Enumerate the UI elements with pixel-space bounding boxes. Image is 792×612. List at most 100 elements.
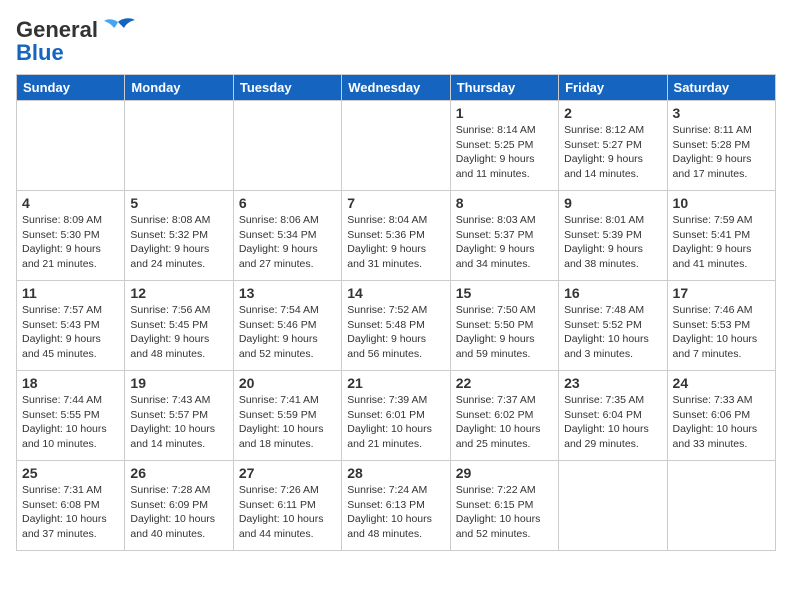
day-number: 11 xyxy=(22,285,119,301)
calendar-cell: 28Sunrise: 7:24 AM Sunset: 6:13 PM Dayli… xyxy=(342,461,450,551)
logo-blue-text: Blue xyxy=(16,40,64,66)
day-info: Sunrise: 8:01 AM Sunset: 5:39 PM Dayligh… xyxy=(564,213,661,272)
weekday-header-monday: Monday xyxy=(125,75,233,101)
day-number: 27 xyxy=(239,465,336,481)
calendar-cell: 27 Sunrise: 7:26 AM Sunset: 6:11 PM Dayli… xyxy=(233,461,341,551)
day-info: Sunrise: 7:43 AM Sunset: 5:57 PM Dayligh… xyxy=(130,393,227,452)
day-info: Sunrise: 7:37 AM Sunset: 6:02 PM Dayligh… xyxy=(456,393,553,452)
calendar-cell: 11Sunrise: 7:57 AM Sunset: 5:43 PM Dayli… xyxy=(17,281,125,371)
day-info: Sunrise: 8:08 AM Sunset: 5:32 PM Dayligh… xyxy=(130,213,227,272)
day-info: Sunrise: 7:26 AM Sunset: 6:11 PM Dayligh… xyxy=(239,483,336,542)
day-info: Sunrise: 8:14 AM Sunset: 5:25 PM Dayligh… xyxy=(456,123,553,182)
day-info: Sunrise: 7:44 AM Sunset: 5:55 PM Dayligh… xyxy=(22,393,119,452)
logo-bird-icon xyxy=(100,16,136,44)
day-number: 8 xyxy=(456,195,553,211)
calendar-cell xyxy=(17,101,125,191)
day-number: 9 xyxy=(564,195,661,211)
week-row-5: 25 Sunrise: 7:31 AM Sunset: 6:08 PM Dayli… xyxy=(17,461,776,551)
day-info: Sunrise: 8:11 AM Sunset: 5:28 PM Dayligh… xyxy=(673,123,770,182)
day-number: 17 xyxy=(673,285,770,301)
day-number: 24 xyxy=(673,375,770,391)
calendar-cell: 17 Sunrise: 7:46 AM Sunset: 5:53 PM Dayli… xyxy=(667,281,775,371)
day-number: 16 xyxy=(564,285,661,301)
week-row-1: 1 Sunrise: 8:14 AM Sunset: 5:25 PM Daylig… xyxy=(17,101,776,191)
day-number: 2 xyxy=(564,105,661,121)
calendar-cell: 1 Sunrise: 8:14 AM Sunset: 5:25 PM Daylig… xyxy=(450,101,558,191)
calendar-cell: 24 Sunrise: 7:33 AM Sunset: 6:06 PM Dayli… xyxy=(667,371,775,461)
day-number: 28 xyxy=(347,465,444,481)
calendar-table: SundayMondayTuesdayWednesdayThursdayFrid… xyxy=(16,74,776,551)
calendar-cell: 29 Sunrise: 7:22 AM Sunset: 6:15 PM Dayli… xyxy=(450,461,558,551)
calendar-cell: 18Sunrise: 7:44 AM Sunset: 5:55 PM Dayli… xyxy=(17,371,125,461)
weekday-header-sunday: Sunday xyxy=(17,75,125,101)
page-header: General Blue xyxy=(16,16,776,66)
day-info: Sunrise: 7:28 AM Sunset: 6:09 PM Dayligh… xyxy=(130,483,227,542)
day-number: 25 xyxy=(22,465,119,481)
day-info: Sunrise: 8:12 AM Sunset: 5:27 PM Dayligh… xyxy=(564,123,661,182)
calendar-cell: 6 Sunrise: 8:06 AM Sunset: 5:34 PM Daylig… xyxy=(233,191,341,281)
day-number: 12 xyxy=(130,285,227,301)
day-info: Sunrise: 8:04 AM Sunset: 5:36 PM Dayligh… xyxy=(347,213,444,272)
day-info: Sunrise: 8:03 AM Sunset: 5:37 PM Dayligh… xyxy=(456,213,553,272)
calendar-cell xyxy=(559,461,667,551)
calendar-cell: 26Sunrise: 7:28 AM Sunset: 6:09 PM Dayli… xyxy=(125,461,233,551)
day-number: 5 xyxy=(130,195,227,211)
day-number: 21 xyxy=(347,375,444,391)
calendar-cell: 13 Sunrise: 7:54 AM Sunset: 5:46 PM Dayli… xyxy=(233,281,341,371)
day-info: Sunrise: 7:54 AM Sunset: 5:46 PM Dayligh… xyxy=(239,303,336,362)
calendar-cell: 16 Sunrise: 7:48 AM Sunset: 5:52 PM Dayli… xyxy=(559,281,667,371)
day-number: 13 xyxy=(239,285,336,301)
day-info: Sunrise: 7:39 AM Sunset: 6:01 PM Dayligh… xyxy=(347,393,444,452)
calendar-cell: 25 Sunrise: 7:31 AM Sunset: 6:08 PM Dayli… xyxy=(17,461,125,551)
day-info: Sunrise: 7:22 AM Sunset: 6:15 PM Dayligh… xyxy=(456,483,553,542)
calendar-cell: 12 Sunrise: 7:56 AM Sunset: 5:45 PM Dayli… xyxy=(125,281,233,371)
day-number: 23 xyxy=(564,375,661,391)
calendar-cell: 14 Sunrise: 7:52 AM Sunset: 5:48 PM Dayli… xyxy=(342,281,450,371)
calendar-cell xyxy=(342,101,450,191)
day-info: Sunrise: 7:35 AM Sunset: 6:04 PM Dayligh… xyxy=(564,393,661,452)
day-info: Sunrise: 7:50 AM Sunset: 5:50 PM Dayligh… xyxy=(456,303,553,362)
weekday-header-saturday: Saturday xyxy=(667,75,775,101)
logo: General Blue xyxy=(16,16,136,66)
calendar-cell: 3 Sunrise: 8:11 AM Sunset: 5:28 PM Daylig… xyxy=(667,101,775,191)
day-number: 4 xyxy=(22,195,119,211)
day-number: 20 xyxy=(239,375,336,391)
week-row-3: 11Sunrise: 7:57 AM Sunset: 5:43 PM Dayli… xyxy=(17,281,776,371)
day-number: 6 xyxy=(239,195,336,211)
day-number: 29 xyxy=(456,465,553,481)
day-number: 14 xyxy=(347,285,444,301)
calendar-cell: 21 Sunrise: 7:39 AM Sunset: 6:01 PM Dayli… xyxy=(342,371,450,461)
calendar-cell: 4 Sunrise: 8:09 AM Sunset: 5:30 PM Daylig… xyxy=(17,191,125,281)
calendar-cell: 2 Sunrise: 8:12 AM Sunset: 5:27 PM Daylig… xyxy=(559,101,667,191)
day-info: Sunrise: 7:41 AM Sunset: 5:59 PM Dayligh… xyxy=(239,393,336,452)
day-info: Sunrise: 8:06 AM Sunset: 5:34 PM Dayligh… xyxy=(239,213,336,272)
calendar-cell: 8 Sunrise: 8:03 AM Sunset: 5:37 PM Daylig… xyxy=(450,191,558,281)
day-info: Sunrise: 7:46 AM Sunset: 5:53 PM Dayligh… xyxy=(673,303,770,362)
day-info: Sunrise: 7:56 AM Sunset: 5:45 PM Dayligh… xyxy=(130,303,227,362)
week-row-4: 18Sunrise: 7:44 AM Sunset: 5:55 PM Dayli… xyxy=(17,371,776,461)
calendar-cell xyxy=(125,101,233,191)
calendar-cell: 19Sunrise: 7:43 AM Sunset: 5:57 PM Dayli… xyxy=(125,371,233,461)
day-number: 3 xyxy=(673,105,770,121)
calendar-cell: 10Sunrise: 7:59 AM Sunset: 5:41 PM Dayli… xyxy=(667,191,775,281)
weekday-header-wednesday: Wednesday xyxy=(342,75,450,101)
weekday-header-friday: Friday xyxy=(559,75,667,101)
day-number: 22 xyxy=(456,375,553,391)
day-number: 15 xyxy=(456,285,553,301)
weekday-header-thursday: Thursday xyxy=(450,75,558,101)
day-info: Sunrise: 7:31 AM Sunset: 6:08 PM Dayligh… xyxy=(22,483,119,542)
day-number: 1 xyxy=(456,105,553,121)
calendar-cell: 15 Sunrise: 7:50 AM Sunset: 5:50 PM Dayli… xyxy=(450,281,558,371)
calendar-cell: 5 Sunrise: 8:08 AM Sunset: 5:32 PM Daylig… xyxy=(125,191,233,281)
day-info: Sunrise: 7:52 AM Sunset: 5:48 PM Dayligh… xyxy=(347,303,444,362)
calendar-cell xyxy=(667,461,775,551)
day-number: 7 xyxy=(347,195,444,211)
weekday-header-tuesday: Tuesday xyxy=(233,75,341,101)
day-info: Sunrise: 7:33 AM Sunset: 6:06 PM Dayligh… xyxy=(673,393,770,452)
calendar-header-row: SundayMondayTuesdayWednesdayThursdayFrid… xyxy=(17,75,776,101)
day-info: Sunrise: 8:09 AM Sunset: 5:30 PM Dayligh… xyxy=(22,213,119,272)
calendar-cell: 7 Sunrise: 8:04 AM Sunset: 5:36 PM Daylig… xyxy=(342,191,450,281)
calendar-cell: 20 Sunrise: 7:41 AM Sunset: 5:59 PM Dayli… xyxy=(233,371,341,461)
calendar-cell: 22 Sunrise: 7:37 AM Sunset: 6:02 PM Dayli… xyxy=(450,371,558,461)
day-info: Sunrise: 7:48 AM Sunset: 5:52 PM Dayligh… xyxy=(564,303,661,362)
